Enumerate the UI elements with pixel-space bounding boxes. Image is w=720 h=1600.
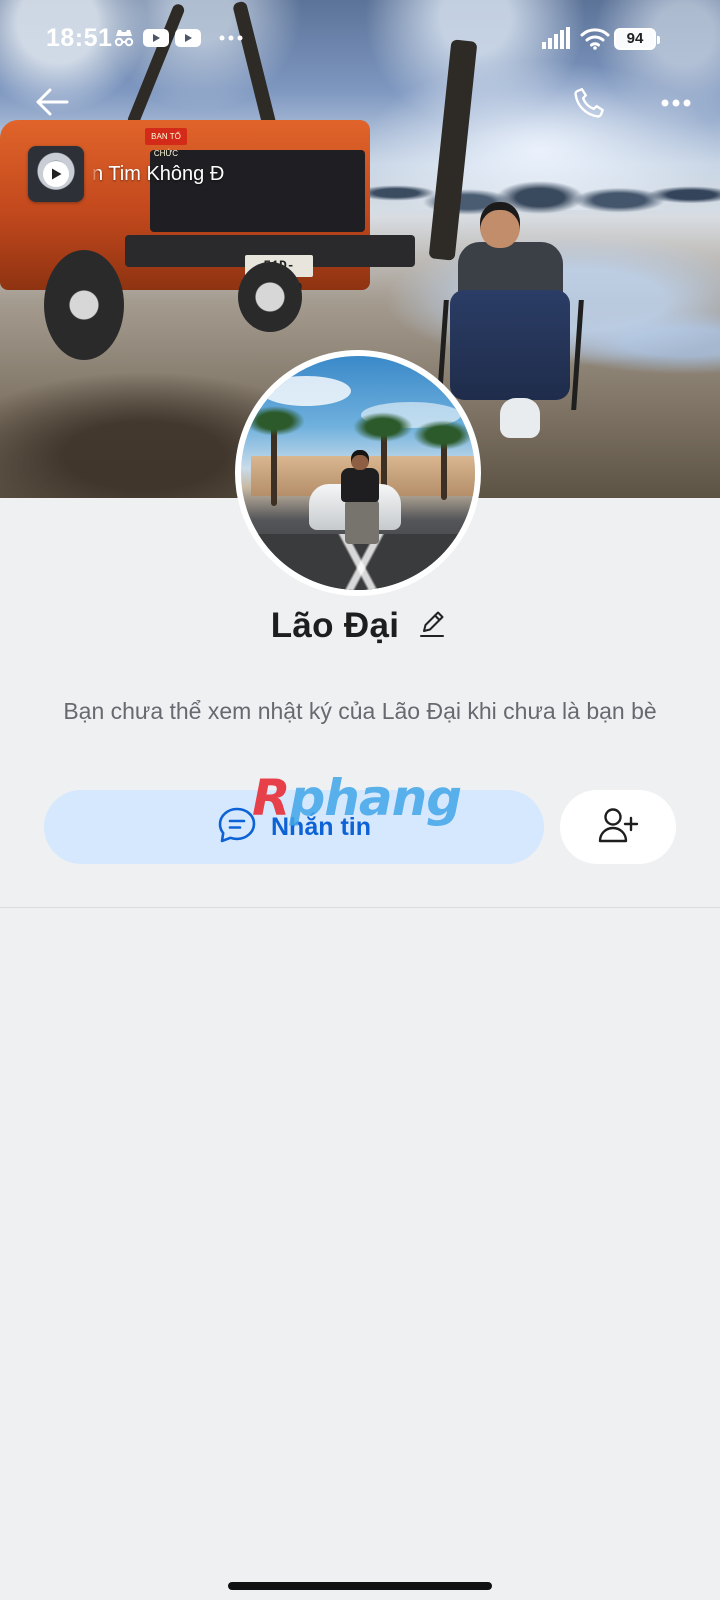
profile-name-row: Lão Đại [0,596,720,656]
more-dots-icon [218,26,244,50]
music-title: n Tim Không Đ [92,162,225,185]
profile-music[interactable]: n Tim Không Đ [28,146,268,202]
chat-bubble-icon [217,806,257,849]
avatar-person-legs [345,500,379,544]
back-button[interactable] [24,76,80,132]
avatar-cloud [261,376,351,406]
signal-icon [542,26,574,50]
add-friend-button[interactable] [560,790,676,864]
wifi-icon [580,26,610,50]
arrow-left-icon [35,87,69,122]
cover-truck-sign: BAN TỔ CHỨC [145,128,187,158]
user-add-icon [597,806,639,849]
play-icon [43,161,69,187]
status-time: 18:51 [46,24,113,52]
pencil-icon [418,609,446,644]
avatar-palm-leaves [353,412,413,442]
cover-truck-wheel [238,262,302,332]
call-button[interactable] [562,76,618,132]
avatar-palm-leaves [245,406,305,436]
avatar[interactable] [235,350,481,596]
status-bar: 18:51 94 [0,0,720,80]
friend-required-notice: Bạn chưa thể xem nhật ký của Lão Đại khi… [63,698,657,724]
avatar-palm-leaves [413,420,473,450]
cover-truck-wheel [44,250,124,360]
avatar-person-head [351,450,369,470]
message-button-label: Nhắn tin [271,812,371,841]
home-indicator[interactable] [228,1582,492,1590]
phone-icon [572,84,608,125]
battery-icon: 94 [614,28,660,50]
avatar-person-body [341,468,379,502]
youtube-icon [143,26,169,50]
section-divider [0,907,720,908]
edit-name-button[interactable] [415,609,449,643]
more-horizontal-icon [660,95,692,113]
message-button[interactable]: Nhắn tin [44,790,544,864]
youtube-icon [175,26,201,50]
more-button[interactable] [648,76,704,132]
cover-person [450,200,590,440]
profile-name: Lão Đại [270,606,400,645]
music-thumbnail [28,146,84,202]
incognito-icon [112,26,136,50]
